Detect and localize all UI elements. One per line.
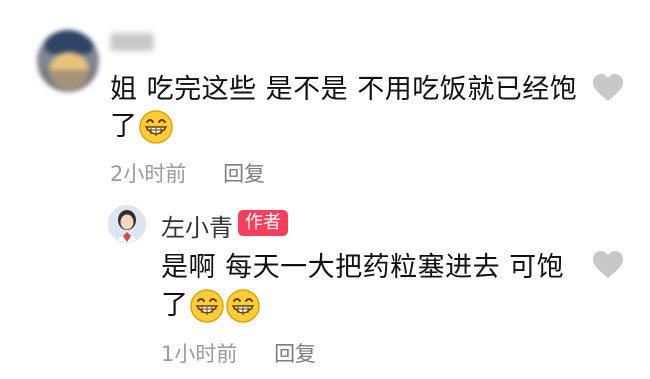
reply-text-line2-container: 了 (161, 286, 261, 326)
grin-emoji (189, 289, 224, 323)
heart-icon[interactable] (592, 73, 624, 103)
comment-time: 2小时前 (110, 162, 187, 186)
grin-emoji (138, 110, 173, 144)
reply-meta: 1小时前 回复 (161, 338, 316, 368)
author-avatar-image (109, 206, 145, 242)
reply-time: 1小时前 (161, 342, 238, 366)
author-name[interactable]: 左小青 (161, 208, 233, 243)
reply-reply-button[interactable]: 回复 (274, 342, 316, 366)
comment-text-line2: 了 (110, 111, 138, 142)
grin-emoji (225, 289, 260, 323)
reply-text-line2: 了 (161, 290, 189, 321)
comment-text-line1: 姐 吃完这些 是不是 不用吃饭就已经饱 (110, 74, 578, 105)
commenter-avatar[interactable] (37, 30, 99, 92)
commenter-username-blurred[interactable] (110, 33, 154, 51)
comment-text-line2-container: 了 (110, 107, 174, 147)
author-avatar[interactable] (108, 205, 146, 243)
heart-icon[interactable] (592, 250, 624, 280)
reply-text-line1: 是啊 每天一大把药粒塞进去 可饱 (161, 252, 565, 283)
comment-reply-button[interactable]: 回复 (223, 162, 265, 186)
comment-meta: 2小时前 回复 (110, 158, 265, 188)
comment-thread: 姐 吃完这些 是不是 不用吃饭就已经饱 了 2小时前 回复 左小青 作者 是啊 … (0, 0, 650, 379)
author-badge: 作者 (238, 210, 288, 236)
